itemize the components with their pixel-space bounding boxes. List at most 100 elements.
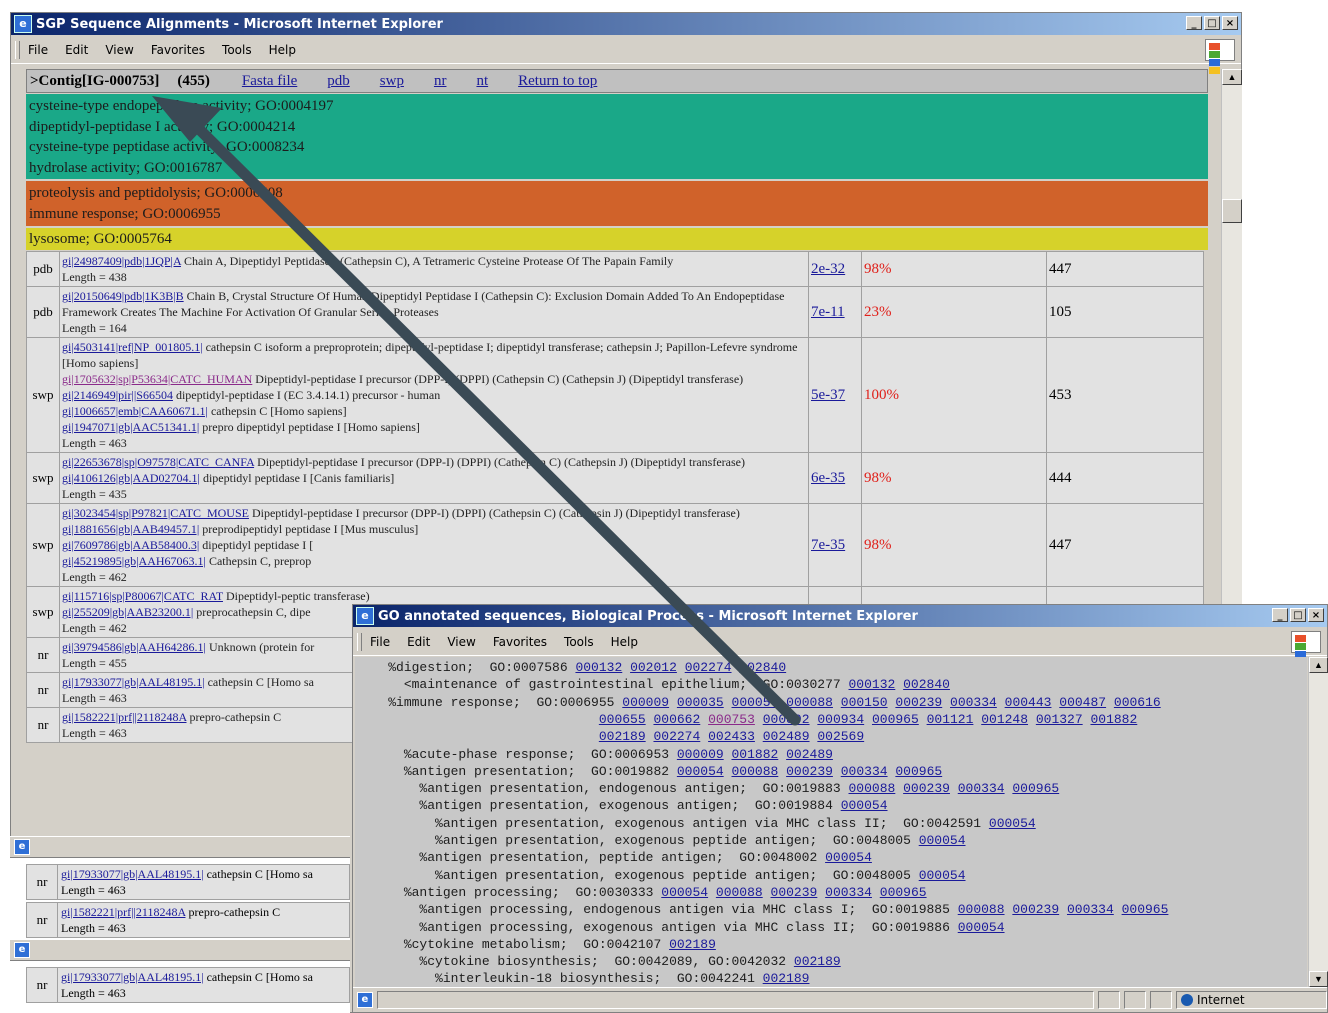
scroll-thumb[interactable]: [1222, 199, 1242, 223]
sequence-id-link[interactable]: 000054: [661, 885, 708, 900]
sequence-id-link[interactable]: 000132: [849, 677, 896, 692]
evalue-link[interactable]: 7e-35: [811, 537, 845, 553]
go-title-bar[interactable]: e GO annotated sequences, Biological Pro…: [353, 605, 1327, 627]
minimize-button[interactable]: _: [1272, 608, 1288, 622]
sequence-id-link[interactable]: 002189: [599, 729, 646, 744]
hit-accession-link[interactable]: gi|1947071|gb|AAC51341.1|: [62, 420, 199, 434]
sequence-id-link[interactable]: 002189: [794, 954, 841, 969]
sequence-id-link[interactable]: 000088: [716, 885, 763, 900]
hit-accession-link[interactable]: gi|7609786|gb|AAB58400.3|: [62, 538, 199, 552]
sequence-id-link[interactable]: 000009: [677, 747, 724, 762]
sequence-id-link[interactable]: 000662: [653, 712, 700, 727]
sequence-id-link[interactable]: 000054: [841, 798, 888, 813]
close-button[interactable]: ×: [1222, 16, 1238, 30]
hit-accession-link[interactable]: gi|255209|gb|AAB23200.1|: [62, 605, 193, 619]
sequence-id-link[interactable]: 000802: [763, 712, 810, 727]
menu-help[interactable]: Help: [269, 43, 296, 57]
hit-accession-link[interactable]: gi|17933077|gb|AAL48195.1|: [61, 867, 204, 881]
link-pdb[interactable]: pdb: [327, 73, 350, 90]
sequence-id-link[interactable]: 002840: [739, 660, 786, 675]
sequence-id-link[interactable]: 000035: [677, 695, 724, 710]
hit-accession-link[interactable]: gi|39794586|gb|AAH64286.1|: [62, 640, 206, 654]
sequence-id-link[interactable]: 000753: [708, 712, 755, 727]
menu-file[interactable]: File: [28, 43, 48, 57]
sequence-id-link[interactable]: 000054: [958, 920, 1005, 935]
sequence-id-link[interactable]: 000054: [825, 850, 872, 865]
hit-accession-link[interactable]: gi|20150649|pdb|1K3B|B: [62, 289, 184, 303]
sequence-id-link[interactable]: 002189: [763, 971, 810, 986]
sequence-id-link[interactable]: 002274: [653, 729, 700, 744]
menu-tools[interactable]: Tools: [564, 635, 594, 649]
sequence-id-link[interactable]: 002569: [817, 729, 864, 744]
sequence-id-link[interactable]: 000239: [903, 781, 950, 796]
sequence-id-link[interactable]: 000054: [989, 816, 1036, 831]
minimize-button[interactable]: _: [1186, 16, 1202, 30]
hit-accession-link[interactable]: gi|3023454|sp|P97821|CATC_MOUSE: [62, 506, 249, 520]
hit-accession-link[interactable]: gi|1705632|sp|P53634|CATC_HUMAN: [62, 372, 252, 386]
sequence-id-link[interactable]: 000150: [841, 695, 888, 710]
sequence-id-link[interactable]: 000088: [731, 764, 778, 779]
evalue-link[interactable]: 2e-32: [811, 261, 845, 277]
menu-file[interactable]: File: [370, 635, 390, 649]
hit-accession-link[interactable]: gi|24987409|pdb|1JQP|A: [62, 254, 181, 268]
menu-view[interactable]: View: [105, 43, 133, 57]
sequence-id-link[interactable]: 002489: [763, 729, 810, 744]
sequence-id-link[interactable]: 001248: [981, 712, 1028, 727]
main-title-bar[interactable]: e SGP Sequence Alignments - Microsoft In…: [11, 13, 1241, 35]
maximize-button[interactable]: □: [1290, 608, 1306, 622]
evalue-link[interactable]: 5e-37: [811, 387, 845, 403]
sequence-id-link[interactable]: 000965: [895, 764, 942, 779]
sequence-id-link[interactable]: 002840: [903, 677, 950, 692]
hit-accession-link[interactable]: gi|1881656|gb|AAB49457.1|: [62, 522, 199, 536]
menu-favorites[interactable]: Favorites: [493, 635, 547, 649]
hit-accession-link[interactable]: gi|17933077|gb|AAL48195.1|: [62, 675, 205, 689]
sequence-id-link[interactable]: 000054: [677, 764, 724, 779]
sequence-id-link[interactable]: 000934: [817, 712, 864, 727]
sequence-id-link[interactable]: 001121: [927, 712, 974, 727]
hit-accession-link[interactable]: gi|1582221|prf||2118248A: [61, 905, 186, 919]
close-button[interactable]: ×: [1308, 608, 1324, 622]
scroll-up-arrow[interactable]: ▲: [1309, 657, 1328, 673]
sequence-id-link[interactable]: 000965: [880, 885, 927, 900]
sequence-id-link[interactable]: 000239: [895, 695, 942, 710]
sequence-id-link[interactable]: 002012: [630, 660, 677, 675]
evalue-link[interactable]: 7e-11: [811, 304, 845, 320]
menu-edit[interactable]: Edit: [65, 43, 88, 57]
sequence-id-link[interactable]: 000334: [958, 781, 1005, 796]
sequence-id-link[interactable]: 000334: [950, 695, 997, 710]
sequence-id-link[interactable]: 000334: [1067, 902, 1114, 917]
sequence-id-link[interactable]: 002189: [669, 937, 716, 952]
sequence-id-link[interactable]: 000616: [1114, 695, 1161, 710]
menu-edit[interactable]: Edit: [407, 635, 430, 649]
hit-accession-link[interactable]: gi|4503141|ref|NP_001805.1|: [62, 340, 203, 354]
sequence-id-link[interactable]: 001327: [1036, 712, 1083, 727]
sequence-id-link[interactable]: 000655: [599, 712, 646, 727]
sequence-id-link[interactable]: 000132: [575, 660, 622, 675]
go-scrollbar[interactable]: ▲ ▼: [1308, 657, 1328, 987]
scroll-down-arrow[interactable]: ▼: [1309, 971, 1328, 987]
sequence-id-link[interactable]: 000054: [732, 695, 779, 710]
link-fasta-file[interactable]: Fasta file: [242, 73, 297, 90]
scroll-up-arrow[interactable]: ▲: [1222, 69, 1242, 85]
sequence-id-link[interactable]: 000054: [919, 833, 966, 848]
maximize-button[interactable]: □: [1204, 16, 1220, 30]
sequence-id-link[interactable]: 002489: [786, 747, 833, 762]
hit-accession-link[interactable]: gi|1006657|emb|CAA60671.1|: [62, 404, 208, 418]
sequence-id-link[interactable]: 000088: [958, 902, 1005, 917]
sequence-id-link[interactable]: 001882: [731, 747, 778, 762]
sequence-id-link[interactable]: 001882: [1090, 712, 1137, 727]
menu-view[interactable]: View: [447, 635, 475, 649]
hit-accession-link[interactable]: gi|17933077|gb|AAL48195.1|: [61, 970, 204, 984]
link-nt[interactable]: nt: [476, 73, 488, 90]
sequence-id-link[interactable]: 000088: [849, 781, 896, 796]
link-nr[interactable]: nr: [434, 73, 447, 90]
sequence-id-link[interactable]: 000965: [1122, 902, 1169, 917]
hit-accession-link[interactable]: gi|4106126|gb|AAD02704.1|: [62, 471, 200, 485]
sequence-id-link[interactable]: 000443: [1005, 695, 1052, 710]
sequence-id-link[interactable]: 000965: [1012, 781, 1059, 796]
sequence-id-link[interactable]: 000009: [622, 695, 669, 710]
evalue-link[interactable]: 6e-35: [811, 470, 845, 486]
sequence-id-link[interactable]: 000239: [771, 885, 818, 900]
link-swp[interactable]: swp: [380, 73, 404, 90]
hit-accession-link[interactable]: gi|115716|sp|P80067|CATC_RAT: [62, 589, 223, 603]
